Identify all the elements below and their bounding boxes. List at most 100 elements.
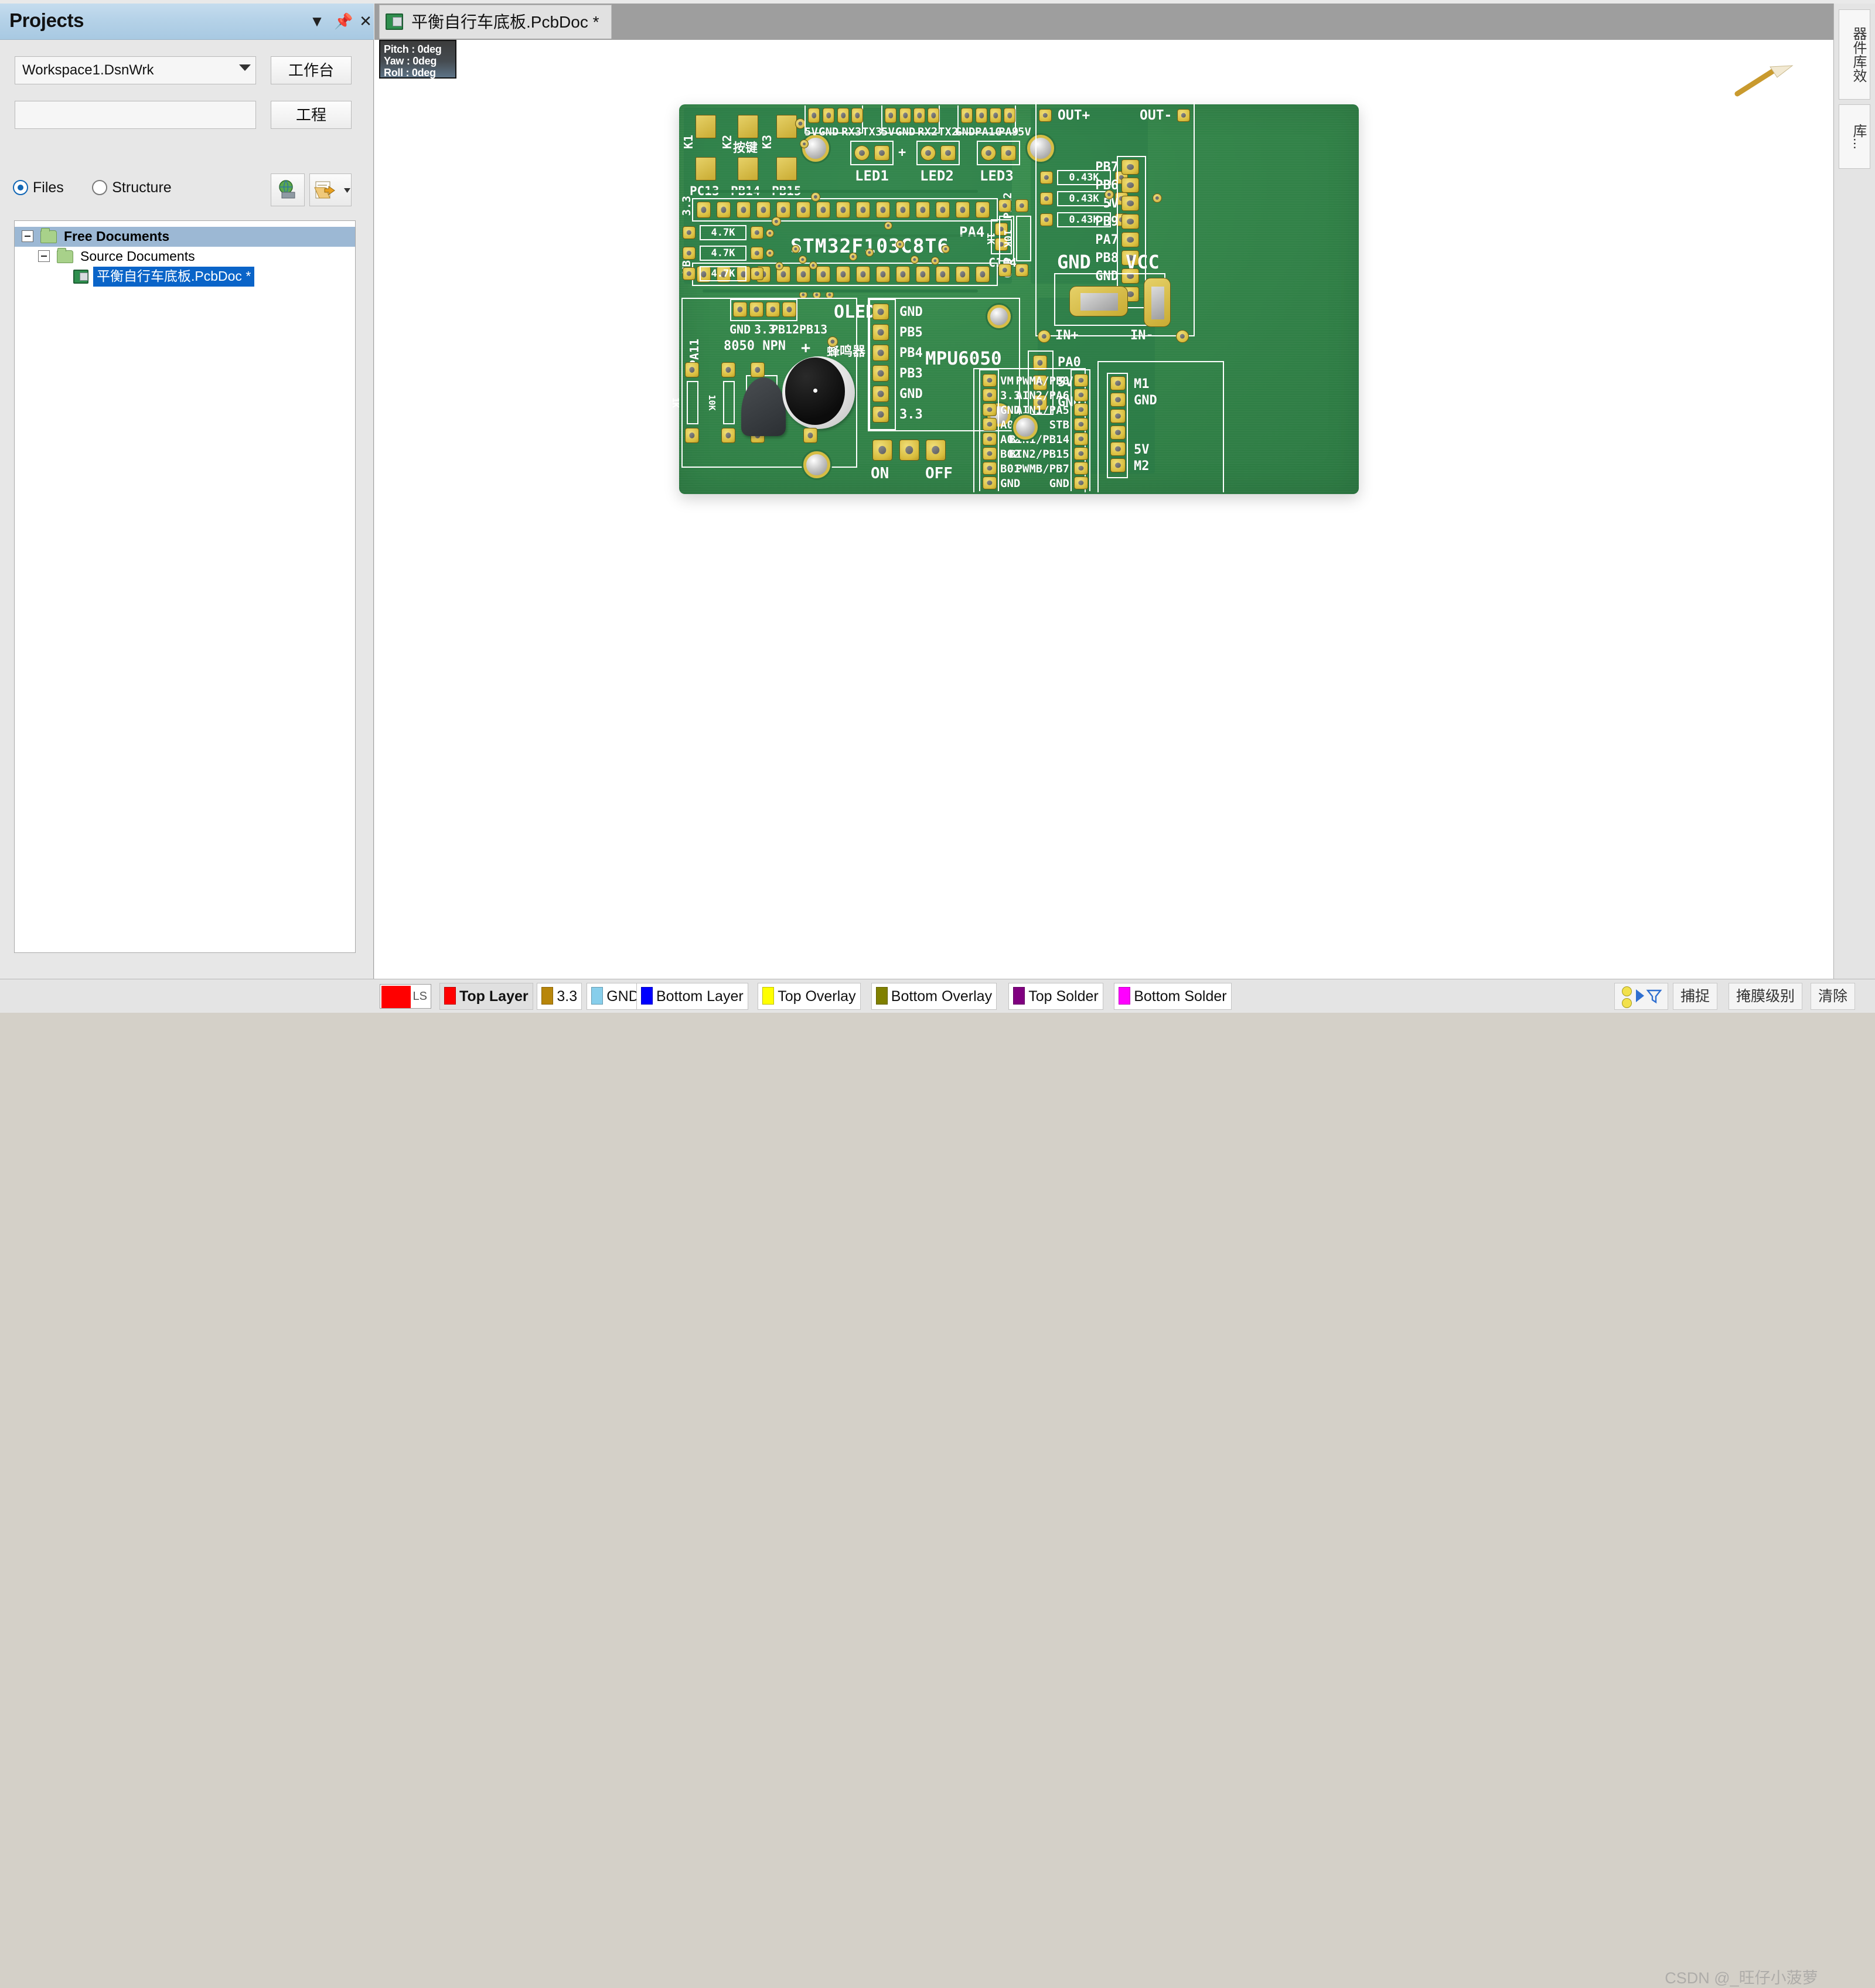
silk-motor-5: M2: [1134, 459, 1150, 474]
pad: [876, 202, 890, 218]
clear-button[interactable]: 清除: [1811, 983, 1856, 1010]
globe-icon-button[interactable]: [271, 173, 305, 206]
tree-item-pcb-document[interactable]: 平衡自行车底板.PcbDoc *: [15, 267, 355, 287]
pad: [928, 108, 939, 123]
close-icon[interactable]: ✕: [356, 12, 375, 30]
projects-panel: Projects ▼ 📌 ✕ Workspace1.DsnWrk 工作台 工程 …: [0, 4, 375, 1010]
workbench-button[interactable]: 工作台: [271, 56, 352, 84]
document-tabstrip: 平衡自行车底板.PcbDoc *: [374, 4, 1833, 40]
via: [799, 256, 807, 264]
radio-dot-icon: [13, 180, 28, 195]
pad: [696, 157, 716, 181]
radio-files[interactable]: Files: [13, 179, 64, 196]
open-document-dropdown-arrow[interactable]: [343, 173, 352, 206]
silk-motor-1: GND: [1134, 393, 1157, 408]
layer-color-swatch: [1013, 987, 1025, 1005]
layer-color-swatch-button[interactable]: LS: [380, 984, 431, 1009]
snap-button[interactable]: 捕捉: [1673, 983, 1718, 1010]
silk-pa9: PA9: [998, 125, 1019, 138]
folder-icon: [57, 248, 73, 263]
pad: [717, 202, 731, 218]
pad: [816, 202, 830, 218]
document-tab-pcbdoc[interactable]: 平衡自行车底板.PcbDoc *: [379, 5, 612, 39]
layer-tab-bottom-solder[interactable]: Bottom Solder: [1114, 983, 1232, 1010]
silk-mpu-pin-2: PB4: [899, 346, 923, 360]
pad: [1074, 462, 1088, 475]
collapse-icon[interactable]: [38, 250, 50, 262]
project-tree[interactable]: Free Documents Source Documents 平衡自行车底板.…: [14, 220, 356, 953]
silk-driver-right-7: GND: [1049, 477, 1069, 490]
yaw-value: Yaw : 0deg: [384, 55, 437, 67]
tree-item-source-documents[interactable]: Source Documents: [15, 247, 355, 267]
pad: [1038, 330, 1051, 343]
layer-tab-top-layer[interactable]: Top Layer: [439, 983, 533, 1010]
layer-tab-bottom-layer[interactable]: Bottom Layer: [636, 983, 748, 1010]
pad: [803, 428, 817, 443]
chevron-down-icon[interactable]: ▼: [308, 12, 326, 30]
search-input[interactable]: [15, 101, 256, 129]
layer-tab-top-solder[interactable]: Top Solder: [1008, 983, 1103, 1010]
pad: [776, 115, 797, 138]
pad: [683, 267, 696, 280]
layer-tab-top-overlay[interactable]: Top Overlay: [758, 983, 861, 1010]
pad: [1040, 213, 1053, 226]
pad: [721, 362, 735, 377]
via: [896, 240, 904, 249]
tree-item-free-documents[interactable]: Free Documents: [15, 227, 355, 247]
collapse-icon[interactable]: [22, 230, 33, 242]
pad: [683, 226, 696, 239]
pad: [796, 266, 810, 282]
pad: [751, 267, 763, 280]
silk-mpu-pin-1: PB5: [899, 325, 923, 340]
silk-buzzer-plus: +: [801, 339, 811, 357]
silk-right-header-pb9-3: PB9: [1095, 215, 1119, 229]
silk-uart3-tx3: TX3: [862, 125, 882, 138]
layer-tab-label: Bottom Solder: [1134, 988, 1227, 1005]
rtab-component-library[interactable]: 器件库效: [1839, 9, 1870, 100]
layer-color-swatch: [591, 987, 604, 1005]
pcb-canvas[interactable]: Pitch : 0deg Yaw : 0deg Roll : 0deg K1 K…: [374, 40, 1833, 979]
silk-uart2-5v: 5V: [881, 125, 895, 138]
radio-structure[interactable]: Structure: [92, 179, 172, 196]
pad: [856, 266, 870, 282]
pad: [1074, 403, 1088, 416]
pad: [1004, 108, 1015, 123]
pin-icon[interactable]: 📌: [334, 12, 353, 30]
pad: [1121, 196, 1139, 211]
layer-tab-3-3[interactable]: 3.3: [537, 983, 582, 1010]
resistor-value: 10K: [707, 394, 717, 411]
silk-uart3-5v: 5V: [804, 125, 818, 138]
rtab-library[interactable]: 库...: [1839, 104, 1870, 169]
silk-driver-right-5: BIN2/PB15: [1009, 448, 1069, 461]
project-button[interactable]: 工程: [271, 101, 352, 129]
layer-tab-bottom-overlay[interactable]: Bottom Overlay: [871, 983, 997, 1010]
pad: [854, 145, 870, 161]
pad: [1074, 374, 1088, 387]
pad: [756, 202, 771, 218]
via: [792, 245, 800, 253]
mask-level-button[interactable]: 掩膜级别: [1729, 983, 1803, 1010]
pad: [976, 266, 990, 282]
pad: [836, 202, 850, 218]
layer-color-swatch: [762, 987, 775, 1005]
pad: [1110, 393, 1126, 407]
silk-motor-4: 5V: [1134, 442, 1150, 457]
pad: [749, 302, 763, 317]
pad: [872, 406, 889, 423]
workspace-select[interactable]: Workspace1.DsnWrk: [15, 56, 256, 84]
resistor-4k7-3: 4.7K: [700, 266, 746, 281]
application-window: Projects ▼ 📌 ✕ Workspace1.DsnWrk 工作台 工程 …: [0, 0, 1875, 1987]
pad: [737, 202, 751, 218]
pad: [782, 302, 796, 317]
pad: [956, 266, 970, 282]
layer-tab-gnd[interactable]: GND: [587, 983, 644, 1010]
pcb-board[interactable]: K1 K2 K3 按键 PC13 PB14 PB15 5V GND RX3 TX…: [670, 102, 1359, 494]
pad: [751, 362, 765, 377]
pad: [1121, 159, 1139, 175]
pad: [1074, 389, 1088, 401]
snap-options-icon-button[interactable]: [1614, 983, 1668, 1010]
pad: [1040, 171, 1053, 184]
pad: [1177, 109, 1190, 122]
via: [911, 256, 919, 264]
silk-driver-right-2: AIN1/PA5: [1015, 404, 1069, 417]
